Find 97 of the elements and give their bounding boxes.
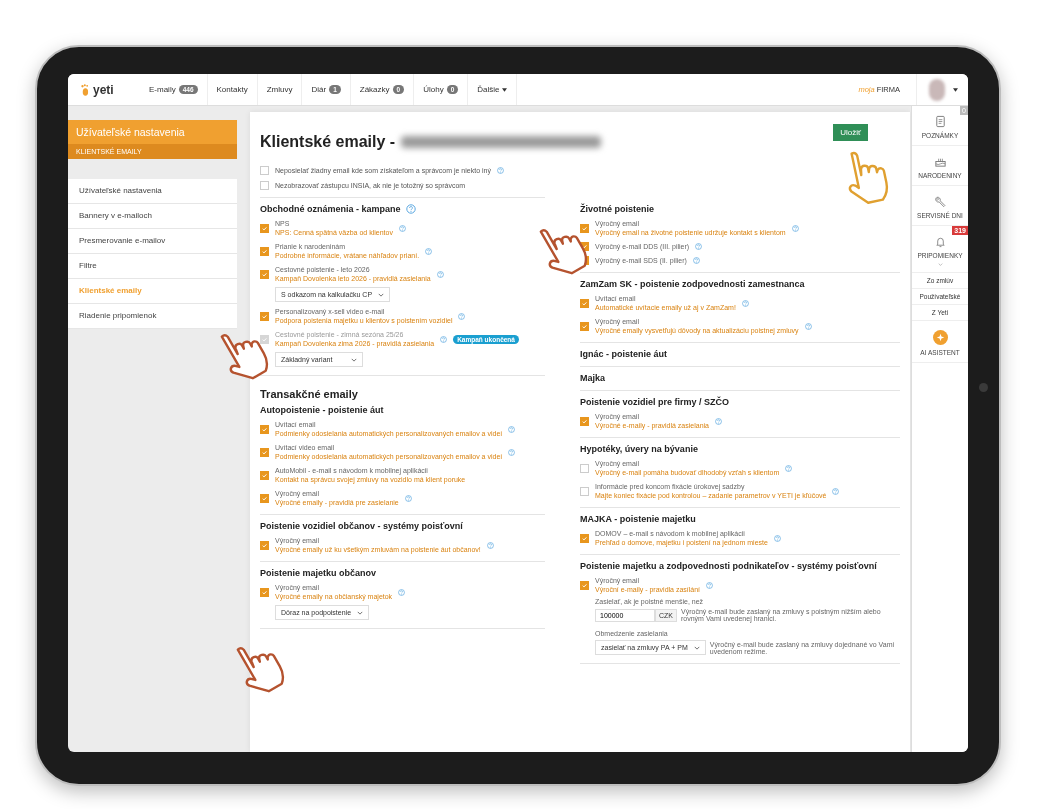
sidebar-item[interactable]: Riadenie pripomienok [68,304,237,329]
check-icon [261,448,268,456]
wrench-icon [933,195,947,208]
notepad-icon [933,115,947,128]
nav-link[interactable]: Zmluvy [257,74,303,105]
checkbox[interactable] [580,223,589,233]
section-heading: MAJKA - poistenie majetku [580,514,696,524]
nav-link[interactable]: Ďalšie [468,74,518,105]
section-heading: Poistenie vozidiel pre firmy / SZČO [580,397,730,407]
help-icon[interactable] [508,425,516,433]
checkbox[interactable] [260,246,269,256]
checkbox[interactable] [580,321,589,331]
chevron-icon [351,357,357,362]
checkbox[interactable] [260,493,269,503]
check-icon [581,581,588,589]
checkbox[interactable] [580,463,589,473]
chevron-icon [378,292,385,297]
help-icon[interactable] [458,312,466,320]
checkbox[interactable] [260,311,269,321]
checkbox[interactable] [260,223,269,233]
help-icon[interactable] [741,299,749,307]
help-icon[interactable] [695,243,703,250]
help-icon[interactable] [496,167,504,174]
help-icon[interactable] [398,224,406,232]
checkbox[interactable] [260,181,269,190]
help-icon[interactable] [486,541,494,549]
chevron-icon [357,610,364,615]
check-icon [261,541,268,549]
sparkle-icon [932,330,948,345]
nav-link[interactable]: Kontakty [207,74,258,105]
sidebar-item[interactable]: Bannery v e-mailoch [68,204,237,229]
check-icon [581,534,588,542]
help-icon[interactable] [404,494,412,502]
help-icon[interactable] [791,224,799,232]
help-icon[interactable] [706,581,714,589]
help-icon[interactable] [832,487,840,495]
checkbox[interactable] [260,447,269,457]
checkbox[interactable] [580,416,589,426]
check-icon [261,425,268,433]
section-heading: Majka [580,373,605,383]
logo-text[interactable]: yeti [93,82,114,97]
camera-dot-icon [979,383,988,392]
help-icon[interactable] [425,247,433,255]
check-icon [581,224,588,232]
help-icon[interactable] [692,257,700,264]
section-heading: Hypotéky, úvery na bývanie [580,444,698,454]
bell-icon [933,235,947,248]
group-heading: Transakčné emaily [260,388,359,400]
help-icon[interactable] [785,464,793,472]
section-heading: ZamZam SK - poistenie zodpovednosti zamestnanca [580,279,805,289]
checkbox[interactable] [260,166,269,175]
check-icon [581,299,588,307]
page-title: Klientské emaily - [260,133,396,151]
help-icon[interactable] [436,270,444,278]
check-icon [581,417,588,425]
sidebar-title: Užívateľské nastavenia [76,126,185,138]
check-icon [261,224,268,232]
checkbox[interactable] [260,540,269,550]
help-icon[interactable] [405,204,416,214]
footprint-logo-icon [80,82,90,97]
section-heading: Poistenie vozidiel občanov - systémy poisťovní [260,521,463,531]
section-heading: Poistenie majetku a zodpovednosti podnikateľov - systémy poisťovní [580,561,877,571]
check-icon [581,243,588,250]
help-icon[interactable] [508,448,516,456]
checkbox[interactable] [580,580,589,590]
section-heading: Poistenie majetku občanov [260,568,377,578]
checkbox[interactable] [580,298,589,308]
save-button[interactable]: Uložiť [833,124,868,141]
check-icon [261,270,268,278]
checkbox[interactable] [580,533,589,543]
check-icon [261,471,268,479]
chevron-icon [937,263,943,266]
section-heading: Autopoistenie - poistenie áut [260,405,384,415]
check-icon [261,335,268,343]
checkbox[interactable] [260,470,269,480]
sidebar-item[interactable]: Užívateľské nastavenia [68,179,237,204]
help-icon[interactable] [773,534,781,542]
check-icon [261,494,268,502]
check-icon [261,247,268,255]
sidebar-item[interactable]: Filtre [68,254,237,279]
help-icon[interactable] [804,322,812,330]
checkbox[interactable] [260,587,269,597]
check-icon [261,312,268,320]
checkbox[interactable] [580,486,589,496]
section-heading: Obchodné oznámenia - kampane [260,204,401,214]
help-icon[interactable] [715,417,722,425]
check-icon [581,322,588,330]
help-icon[interactable] [398,588,406,596]
chevron-icon [693,645,700,650]
sidebar-item[interactable]: Presmerovanie e-mailov [68,229,237,254]
checkbox[interactable] [260,269,269,279]
section-heading: Ignác - poistenie áut [580,349,667,359]
section-heading: Životné poistenie [580,204,654,214]
avatar-placeholder[interactable] [929,78,945,101]
caret-icon[interactable] [953,87,958,92]
checkbox[interactable] [260,424,269,434]
check-icon [261,588,268,596]
